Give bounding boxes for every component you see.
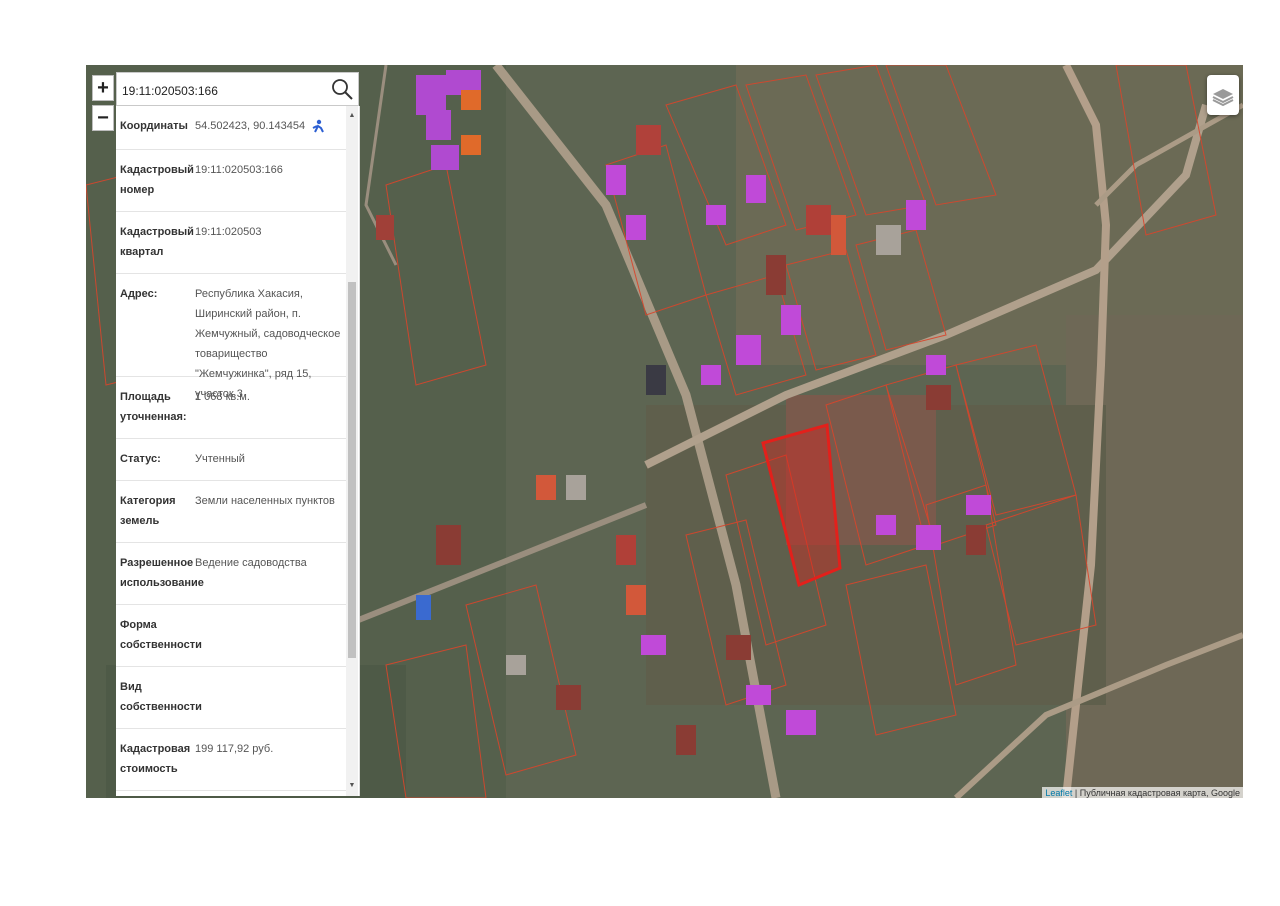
scroll-up-arrow-icon[interactable]: ▲ [346, 110, 358, 122]
info-row-cadastral-number: Кадастровый номер 19:11:020503:166 [116, 150, 346, 212]
info-label: Адрес: [120, 288, 158, 300]
coordinates-value: 54.502423, 90.143454 [195, 120, 306, 132]
map-attribution: Leaflet | Публичная кадастровая карта, G… [1042, 787, 1243, 799]
info-row-ownership-type: Вид собственности [116, 667, 346, 729]
info-label: Площадь уточненная: [120, 391, 187, 423]
scroll-down-arrow-icon[interactable]: ▼ [346, 780, 358, 792]
zoom-out-button[interactable]: − [92, 105, 114, 131]
info-label: Кадастровый номер [120, 164, 194, 196]
info-label: Категория земель [120, 495, 176, 527]
layers-button[interactable] [1207, 75, 1239, 115]
info-row-ownership-form: Форма собственности [116, 605, 346, 667]
zoom-in-button[interactable]: + [92, 75, 114, 101]
info-value: Ведение садоводства [195, 557, 307, 569]
info-row-cadastral-value: Кадастровая стоимость 199 117,92 руб. [116, 729, 346, 791]
info-value: 1 068 кв.м. [195, 391, 250, 403]
scroll-thumb[interactable] [348, 282, 356, 658]
info-value: Учтенный [195, 453, 245, 465]
info-value: 54.502423, 90.143454 [195, 116, 345, 136]
info-label: Координаты [120, 120, 188, 132]
info-row-status: Статус: Учтенный [116, 439, 346, 481]
search-icon[interactable] [330, 77, 354, 101]
info-label: Вид собственности [120, 681, 202, 713]
panel-scrollbar[interactable]: ▲ ▼ [346, 106, 358, 796]
info-value: 19:11:020503:166 [195, 164, 283, 176]
info-label: Кадастровый квартал [120, 226, 194, 258]
leaflet-link[interactable]: Leaflet [1045, 788, 1072, 798]
info-row-coordinates: Координаты 54.502423, 90.143454 [116, 106, 346, 150]
info-value: 19:11:020503 [195, 226, 262, 238]
info-row-area: Площадь уточненная: 1 068 кв.м. [116, 377, 346, 439]
search-box [116, 72, 359, 106]
info-label: Разрешенное использование [120, 557, 204, 589]
info-label: Статус: [120, 453, 161, 465]
info-value: 199 117,92 руб. [195, 743, 274, 755]
layers-icon [1212, 89, 1234, 107]
info-row-address: Адрес: Республика Хакасия, Ширинский рай… [116, 274, 346, 400]
info-row-permitted-use: Разрешенное использование Ведение садово… [116, 543, 346, 605]
info-label: Форма собственности [120, 619, 202, 651]
info-value: Земли населенных пунктов [195, 495, 335, 507]
person-icon[interactable] [311, 119, 325, 133]
parcel-info-panel: Координаты 54.502423, 90.143454 Кадастро… [116, 106, 360, 796]
info-label: Кадастровая стоимость [120, 743, 191, 775]
info-row-cadastral-quarter: Кадастровый квартал 19:11:020503 [116, 212, 346, 274]
info-row-land-category: Категория земель Земли населенных пункто… [116, 481, 346, 543]
attribution-text: | Публичная кадастровая карта, Google [1072, 788, 1240, 798]
search-input[interactable] [120, 79, 324, 103]
